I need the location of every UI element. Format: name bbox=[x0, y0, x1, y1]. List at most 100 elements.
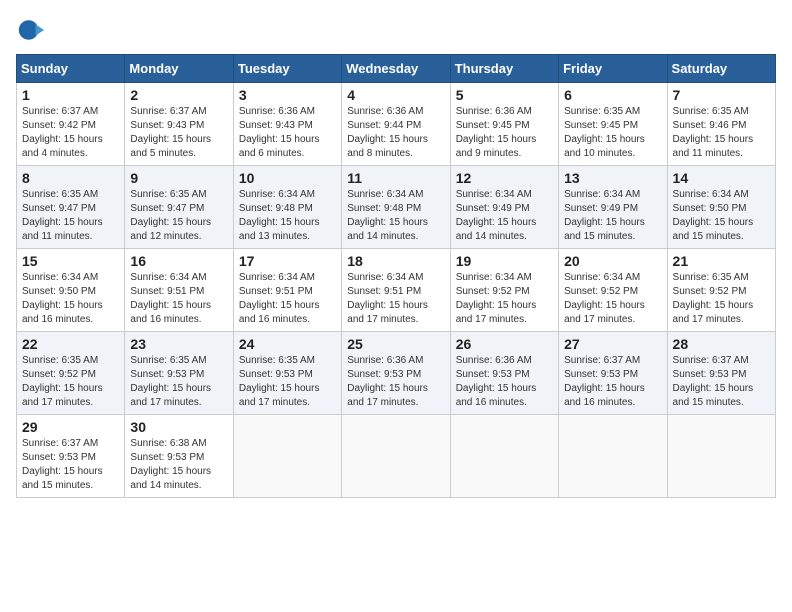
day-number: 20 bbox=[564, 253, 661, 269]
day-number: 18 bbox=[347, 253, 444, 269]
day-number: 13 bbox=[564, 170, 661, 186]
day-info: Sunrise: 6:34 AMSunset: 9:50 PMDaylight:… bbox=[22, 271, 119, 327]
weekday-header-cell: Tuesday bbox=[233, 55, 341, 83]
weekday-header-cell: Friday bbox=[559, 55, 667, 83]
calendar-day-cell: 10 Sunrise: 6:34 AMSunset: 9:48 PMDaylig… bbox=[233, 166, 341, 249]
day-info: Sunrise: 6:34 AMSunset: 9:50 PMDaylight:… bbox=[673, 188, 770, 244]
calendar-day-cell: 9 Sunrise: 6:35 AMSunset: 9:47 PMDayligh… bbox=[125, 166, 233, 249]
weekday-header-cell: Wednesday bbox=[342, 55, 450, 83]
day-number: 15 bbox=[22, 253, 119, 269]
day-info: Sunrise: 6:36 AMSunset: 9:44 PMDaylight:… bbox=[347, 105, 444, 161]
calendar-day-cell: 17 Sunrise: 6:34 AMSunset: 9:51 PMDaylig… bbox=[233, 249, 341, 332]
day-info: Sunrise: 6:34 AMSunset: 9:52 PMDaylight:… bbox=[564, 271, 661, 327]
day-info: Sunrise: 6:35 AMSunset: 9:52 PMDaylight:… bbox=[673, 271, 770, 327]
day-info: Sunrise: 6:35 AMSunset: 9:46 PMDaylight:… bbox=[673, 105, 770, 161]
day-info: Sunrise: 6:34 AMSunset: 9:49 PMDaylight:… bbox=[564, 188, 661, 244]
day-number: 7 bbox=[673, 87, 770, 103]
day-number: 28 bbox=[673, 336, 770, 352]
day-number: 16 bbox=[130, 253, 227, 269]
calendar-day-cell: 30 Sunrise: 6:38 AMSunset: 9:53 PMDaylig… bbox=[125, 415, 233, 498]
day-info: Sunrise: 6:35 AMSunset: 9:53 PMDaylight:… bbox=[239, 354, 336, 410]
calendar-day-cell: 22 Sunrise: 6:35 AMSunset: 9:52 PMDaylig… bbox=[17, 332, 125, 415]
calendar-table: SundayMondayTuesdayWednesdayThursdayFrid… bbox=[16, 54, 776, 498]
calendar-day-cell: 20 Sunrise: 6:34 AMSunset: 9:52 PMDaylig… bbox=[559, 249, 667, 332]
day-number: 29 bbox=[22, 419, 119, 435]
day-info: Sunrise: 6:36 AMSunset: 9:53 PMDaylight:… bbox=[456, 354, 553, 410]
weekday-header-cell: Monday bbox=[125, 55, 233, 83]
day-number: 9 bbox=[130, 170, 227, 186]
day-number: 22 bbox=[22, 336, 119, 352]
day-info: Sunrise: 6:34 AMSunset: 9:52 PMDaylight:… bbox=[456, 271, 553, 327]
day-number: 19 bbox=[456, 253, 553, 269]
calendar-day-cell: 7 Sunrise: 6:35 AMSunset: 9:46 PMDayligh… bbox=[667, 83, 775, 166]
calendar-day-cell: 1 Sunrise: 6:37 AMSunset: 9:42 PMDayligh… bbox=[17, 83, 125, 166]
day-number: 8 bbox=[22, 170, 119, 186]
day-number: 30 bbox=[130, 419, 227, 435]
day-info: Sunrise: 6:37 AMSunset: 9:53 PMDaylight:… bbox=[564, 354, 661, 410]
day-number: 4 bbox=[347, 87, 444, 103]
day-number: 21 bbox=[673, 253, 770, 269]
day-number: 27 bbox=[564, 336, 661, 352]
day-number: 17 bbox=[239, 253, 336, 269]
day-number: 11 bbox=[347, 170, 444, 186]
day-info: Sunrise: 6:34 AMSunset: 9:51 PMDaylight:… bbox=[347, 271, 444, 327]
calendar-day-cell: 25 Sunrise: 6:36 AMSunset: 9:53 PMDaylig… bbox=[342, 332, 450, 415]
day-info: Sunrise: 6:37 AMSunset: 9:43 PMDaylight:… bbox=[130, 105, 227, 161]
day-info: Sunrise: 6:37 AMSunset: 9:53 PMDaylight:… bbox=[22, 437, 119, 493]
day-number: 1 bbox=[22, 87, 119, 103]
weekday-header-cell: Thursday bbox=[450, 55, 558, 83]
calendar-day-cell: 23 Sunrise: 6:35 AMSunset: 9:53 PMDaylig… bbox=[125, 332, 233, 415]
calendar-day-cell bbox=[450, 415, 558, 498]
logo-icon bbox=[16, 16, 44, 44]
day-info: Sunrise: 6:34 AMSunset: 9:51 PMDaylight:… bbox=[130, 271, 227, 327]
calendar-day-cell: 16 Sunrise: 6:34 AMSunset: 9:51 PMDaylig… bbox=[125, 249, 233, 332]
day-info: Sunrise: 6:34 AMSunset: 9:51 PMDaylight:… bbox=[239, 271, 336, 327]
day-number: 2 bbox=[130, 87, 227, 103]
calendar-day-cell: 2 Sunrise: 6:37 AMSunset: 9:43 PMDayligh… bbox=[125, 83, 233, 166]
calendar-day-cell: 19 Sunrise: 6:34 AMSunset: 9:52 PMDaylig… bbox=[450, 249, 558, 332]
weekday-header-cell: Saturday bbox=[667, 55, 775, 83]
calendar-day-cell: 15 Sunrise: 6:34 AMSunset: 9:50 PMDaylig… bbox=[17, 249, 125, 332]
calendar-week-row: 8 Sunrise: 6:35 AMSunset: 9:47 PMDayligh… bbox=[17, 166, 776, 249]
day-number: 6 bbox=[564, 87, 661, 103]
calendar-day-cell: 24 Sunrise: 6:35 AMSunset: 9:53 PMDaylig… bbox=[233, 332, 341, 415]
calendar-day-cell: 8 Sunrise: 6:35 AMSunset: 9:47 PMDayligh… bbox=[17, 166, 125, 249]
calendar-day-cell: 11 Sunrise: 6:34 AMSunset: 9:48 PMDaylig… bbox=[342, 166, 450, 249]
day-info: Sunrise: 6:35 AMSunset: 9:47 PMDaylight:… bbox=[22, 188, 119, 244]
calendar-day-cell: 13 Sunrise: 6:34 AMSunset: 9:49 PMDaylig… bbox=[559, 166, 667, 249]
calendar-day-cell: 5 Sunrise: 6:36 AMSunset: 9:45 PMDayligh… bbox=[450, 83, 558, 166]
day-info: Sunrise: 6:36 AMSunset: 9:43 PMDaylight:… bbox=[239, 105, 336, 161]
day-number: 5 bbox=[456, 87, 553, 103]
day-number: 10 bbox=[239, 170, 336, 186]
day-number: 24 bbox=[239, 336, 336, 352]
day-info: Sunrise: 6:38 AMSunset: 9:53 PMDaylight:… bbox=[130, 437, 227, 493]
calendar-week-row: 15 Sunrise: 6:34 AMSunset: 9:50 PMDaylig… bbox=[17, 249, 776, 332]
calendar-day-cell bbox=[233, 415, 341, 498]
day-info: Sunrise: 6:36 AMSunset: 9:45 PMDaylight:… bbox=[456, 105, 553, 161]
calendar-day-cell: 14 Sunrise: 6:34 AMSunset: 9:50 PMDaylig… bbox=[667, 166, 775, 249]
weekday-header-cell: Sunday bbox=[17, 55, 125, 83]
day-info: Sunrise: 6:35 AMSunset: 9:47 PMDaylight:… bbox=[130, 188, 227, 244]
calendar-day-cell: 12 Sunrise: 6:34 AMSunset: 9:49 PMDaylig… bbox=[450, 166, 558, 249]
calendar-day-cell: 29 Sunrise: 6:37 AMSunset: 9:53 PMDaylig… bbox=[17, 415, 125, 498]
day-info: Sunrise: 6:34 AMSunset: 9:49 PMDaylight:… bbox=[456, 188, 553, 244]
day-number: 25 bbox=[347, 336, 444, 352]
day-info: Sunrise: 6:34 AMSunset: 9:48 PMDaylight:… bbox=[347, 188, 444, 244]
day-number: 23 bbox=[130, 336, 227, 352]
day-info: Sunrise: 6:34 AMSunset: 9:48 PMDaylight:… bbox=[239, 188, 336, 244]
day-info: Sunrise: 6:36 AMSunset: 9:53 PMDaylight:… bbox=[347, 354, 444, 410]
calendar-week-row: 29 Sunrise: 6:37 AMSunset: 9:53 PMDaylig… bbox=[17, 415, 776, 498]
calendar-day-cell bbox=[667, 415, 775, 498]
calendar-day-cell: 3 Sunrise: 6:36 AMSunset: 9:43 PMDayligh… bbox=[233, 83, 341, 166]
day-number: 3 bbox=[239, 87, 336, 103]
calendar-day-cell: 28 Sunrise: 6:37 AMSunset: 9:53 PMDaylig… bbox=[667, 332, 775, 415]
day-info: Sunrise: 6:35 AMSunset: 9:45 PMDaylight:… bbox=[564, 105, 661, 161]
day-number: 26 bbox=[456, 336, 553, 352]
day-info: Sunrise: 6:37 AMSunset: 9:42 PMDaylight:… bbox=[22, 105, 119, 161]
day-info: Sunrise: 6:35 AMSunset: 9:53 PMDaylight:… bbox=[130, 354, 227, 410]
calendar-day-cell: 26 Sunrise: 6:36 AMSunset: 9:53 PMDaylig… bbox=[450, 332, 558, 415]
weekday-header-row: SundayMondayTuesdayWednesdayThursdayFrid… bbox=[17, 55, 776, 83]
day-info: Sunrise: 6:37 AMSunset: 9:53 PMDaylight:… bbox=[673, 354, 770, 410]
calendar-day-cell bbox=[559, 415, 667, 498]
calendar-day-cell: 4 Sunrise: 6:36 AMSunset: 9:44 PMDayligh… bbox=[342, 83, 450, 166]
